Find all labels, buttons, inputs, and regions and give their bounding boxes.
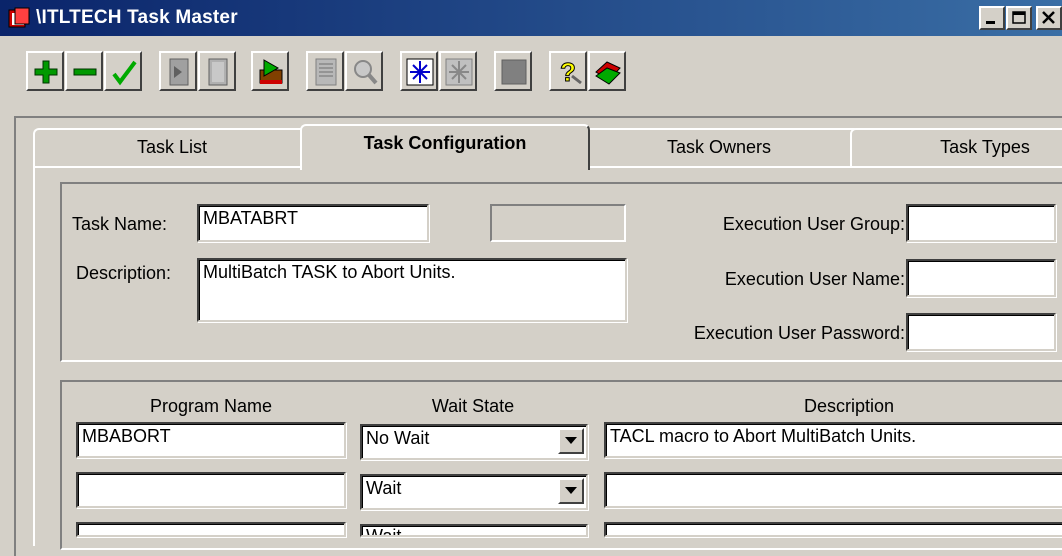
wait-state-dropdown-button[interactable]: [558, 428, 584, 454]
program-name-field[interactable]: [76, 522, 346, 537]
tab-task-configuration[interactable]: Task Configuration: [300, 124, 590, 170]
tab-task-list[interactable]: Task List: [33, 128, 311, 166]
program-description-field[interactable]: [604, 472, 1062, 508]
task-name-field[interactable]: MBATABRT: [197, 204, 429, 242]
snowflake-icon: [406, 58, 434, 86]
report-icon: [315, 58, 337, 86]
copy-button[interactable]: [159, 51, 197, 91]
exec-user-name-field[interactable]: [906, 259, 1056, 297]
paste-button[interactable]: [198, 51, 236, 91]
program-name-field[interactable]: MBABORT: [76, 422, 346, 458]
title-bar[interactable]: \ITLTECH Task Master: [0, 0, 1062, 36]
exec-user-group-field[interactable]: [906, 204, 1056, 242]
exec-user-password-field[interactable]: [906, 313, 1056, 351]
freeze-button[interactable]: [400, 51, 438, 91]
close-button[interactable]: [1036, 6, 1062, 30]
maximize-icon: [1012, 11, 1026, 24]
program-name-field[interactable]: [76, 472, 346, 508]
magnifier-icon: [354, 60, 378, 85]
plus-icon: [34, 60, 58, 84]
description-label: Description:: [76, 263, 172, 283]
task-name-label: Task Name:: [72, 214, 168, 234]
disabled-field: [490, 204, 626, 242]
document-arrow-icon: [169, 58, 189, 86]
checkmark-icon: [112, 60, 137, 86]
close-icon: [1042, 11, 1055, 24]
wait-state-select[interactable]: Wait: [360, 524, 588, 537]
toolbar: ?: [0, 36, 1062, 106]
minus-icon: [73, 68, 97, 76]
exec-user-password-label: Execution User Password:: [693, 323, 905, 343]
wait-state-select[interactable]: Wait: [360, 474, 588, 510]
report-button[interactable]: [306, 51, 344, 91]
description-header: Description: [803, 396, 895, 416]
exec-user-name-label: Execution User Name:: [724, 269, 905, 289]
chevron-down-icon: [565, 437, 577, 444]
program-description-field[interactable]: [604, 522, 1062, 537]
stop-button[interactable]: [494, 51, 532, 91]
maximize-button[interactable]: [1006, 6, 1032, 30]
tab-task-owners[interactable]: Task Owners: [578, 128, 860, 166]
description-field[interactable]: MultiBatch TASK to Abort Units.: [197, 258, 627, 322]
exec-user-group-label: Execution User Group:: [722, 214, 905, 234]
question-icon: ?: [560, 57, 582, 88]
program-description-field[interactable]: TACL macro to Abort MultiBatch Units.: [604, 422, 1062, 458]
wait-state-dropdown-button[interactable]: [558, 478, 584, 504]
program-name-header: Program Name: [149, 396, 273, 416]
document-icon: [208, 58, 228, 86]
snowflake-gray-icon: [445, 58, 473, 86]
accept-button[interactable]: [104, 51, 142, 91]
help-button[interactable]: ?: [549, 51, 587, 91]
app-icon[interactable]: [8, 7, 32, 29]
minimize-icon: [986, 21, 995, 24]
svg-text:?: ?: [560, 57, 576, 87]
unfreeze-button[interactable]: [439, 51, 477, 91]
exit-button[interactable]: [588, 51, 626, 91]
wait-state-select[interactable]: No Wait: [360, 424, 588, 460]
run-button[interactable]: [251, 51, 289, 91]
delete-button[interactable]: [65, 51, 103, 91]
stop-square-icon: [501, 59, 527, 85]
find-button[interactable]: [345, 51, 383, 91]
chevron-down-icon: [565, 487, 577, 494]
wait-state-header: Wait State: [431, 396, 515, 416]
window-title: \ITLTECH Task Master: [36, 7, 238, 28]
run-task-icon: [259, 59, 283, 84]
minimize-button[interactable]: [979, 6, 1005, 30]
exit-icon: [595, 61, 621, 85]
tab-task-types[interactable]: Task Types: [850, 128, 1062, 166]
add-button[interactable]: [26, 51, 64, 91]
